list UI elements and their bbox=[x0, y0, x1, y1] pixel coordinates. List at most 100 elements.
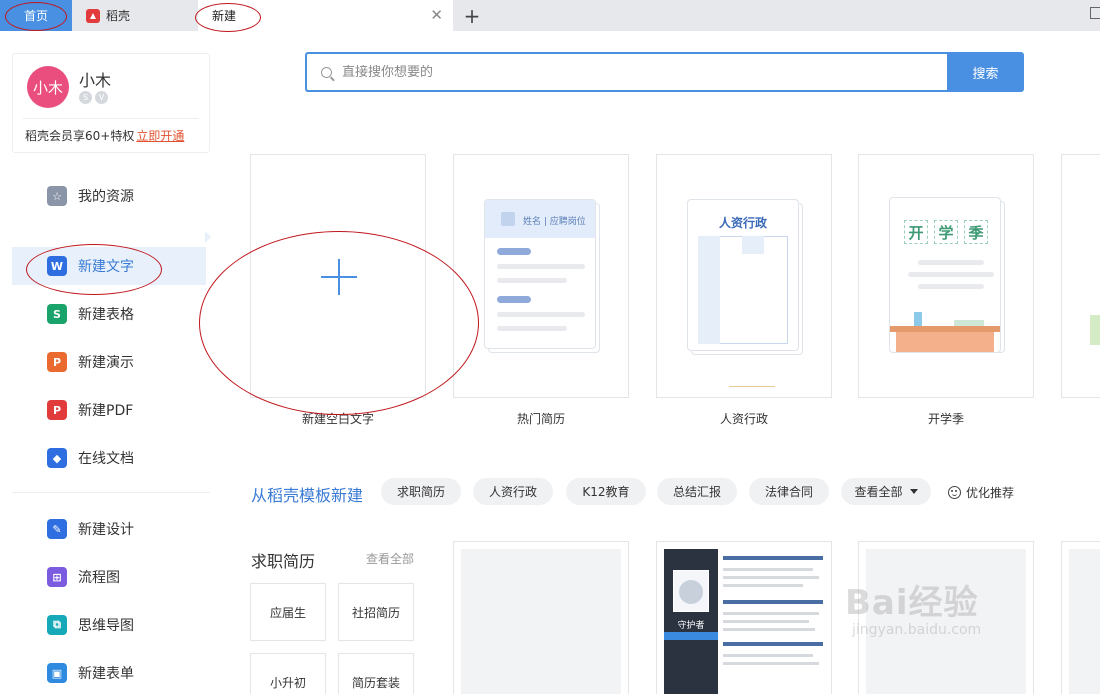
person-icon bbox=[501, 212, 515, 226]
chip-k12[interactable]: K12教育 bbox=[566, 478, 646, 505]
sidebar-item-design[interactable]: ✎ 新建设计 bbox=[12, 510, 206, 548]
thumb-line bbox=[723, 556, 823, 560]
app-root: 首页 稻壳 新建 ✕ + 小木 小木 S V 稻壳会员享60+特权 立即开通 ☆… bbox=[0, 0, 1100, 694]
resume-template-label[interactable]: 热门简历 bbox=[453, 410, 629, 427]
resume-sample-band bbox=[664, 632, 718, 640]
sidebar-item-mindmap[interactable]: ⧉ 思维导图 bbox=[12, 606, 206, 644]
school-char: 学 bbox=[934, 220, 958, 244]
tab-bar: 首页 稻壳 新建 ✕ + bbox=[0, 0, 1100, 31]
hr-template-label[interactable]: 人资行政 bbox=[656, 410, 832, 427]
sidebar-item-pdf[interactable]: P 新建PDF bbox=[12, 391, 206, 429]
baidu-watermark-url: jingyan.baidu.com bbox=[852, 622, 982, 638]
tab-daoke[interactable]: 稻壳 bbox=[72, 0, 198, 31]
thumb-line bbox=[723, 568, 813, 571]
sidebar-item-label: 在线文档 bbox=[78, 451, 134, 467]
resume-thumb-placeholder bbox=[1069, 549, 1100, 694]
tab-daoke-label: 稻壳 bbox=[106, 9, 131, 23]
user-badges: S V bbox=[79, 91, 108, 104]
resume-thumb-text: 姓名 | 应聘岗位 bbox=[523, 217, 586, 227]
avatar[interactable]: 小木 bbox=[27, 66, 69, 108]
school-template-label[interactable]: 开学季 bbox=[858, 410, 1034, 427]
hr-template-card[interactable]: 人资行政 bbox=[656, 154, 832, 398]
tab-new-label: 新建 bbox=[212, 9, 237, 23]
resume-view-all-link[interactable]: 查看全部 bbox=[366, 550, 414, 567]
sidebar-item-form[interactable]: ▣ 新建表单 bbox=[12, 654, 206, 692]
tab-new[interactable]: 新建 ✕ bbox=[198, 0, 453, 31]
sidebar-item-label: 新建文字 bbox=[78, 259, 134, 275]
online-doc-icon: ◆ bbox=[47, 448, 67, 468]
search-box bbox=[305, 52, 947, 92]
sidebar-item-label: 新建表单 bbox=[78, 666, 134, 682]
tile-graduate[interactable]: 应届生 bbox=[250, 583, 326, 641]
add-tab-button[interactable]: + bbox=[460, 0, 484, 31]
resume-card[interactable]: 守护者 bbox=[656, 541, 832, 694]
school-thumb-chars: 开 学 季 bbox=[904, 220, 988, 244]
more-template-card[interactable] bbox=[1061, 154, 1100, 398]
thumb-line bbox=[497, 326, 567, 331]
thumb-line bbox=[723, 576, 819, 579]
tile-experienced[interactable]: 社招简历 bbox=[338, 583, 414, 641]
resume-card[interactable] bbox=[1061, 541, 1100, 694]
window-restore-icon[interactable] bbox=[1090, 7, 1100, 19]
thumb-line bbox=[918, 260, 984, 265]
close-icon[interactable]: ✕ bbox=[430, 7, 443, 23]
thumb-line bbox=[723, 628, 815, 631]
chip-report[interactable]: 总结汇报 bbox=[657, 478, 737, 505]
tab-home[interactable]: 首页 bbox=[0, 0, 72, 31]
smile-icon bbox=[948, 486, 961, 499]
member-badge-icon[interactable]: S bbox=[79, 91, 92, 104]
recommend-label: 优化推荐 bbox=[966, 486, 1015, 500]
chip-hr[interactable]: 人资行政 bbox=[473, 478, 553, 505]
plus-icon: + bbox=[463, 3, 481, 28]
star-icon: ☆ bbox=[47, 186, 67, 206]
search-icon bbox=[321, 66, 332, 78]
sidebar-item-slides[interactable]: P 新建演示 bbox=[12, 343, 206, 381]
hr-thumb: 人资行政 bbox=[687, 199, 799, 351]
mindmap-icon: ⧉ bbox=[47, 615, 67, 635]
slides-icon: P bbox=[47, 352, 67, 372]
sidebar-item-flowchart[interactable]: ⊞ 流程图 bbox=[12, 558, 206, 596]
resume-card[interactable] bbox=[453, 541, 629, 694]
plus-icon-bar bbox=[321, 276, 357, 278]
daoke-logo-icon bbox=[86, 8, 100, 23]
school-char: 开 bbox=[904, 220, 928, 244]
vip-open-link[interactable]: 立即开通 bbox=[136, 129, 184, 143]
divider bbox=[23, 118, 199, 119]
blank-doc-card[interactable] bbox=[250, 154, 426, 398]
hr-thumb-cell bbox=[742, 236, 764, 254]
chip-resume[interactable]: 求职简历 bbox=[381, 478, 461, 505]
tile-primary-middle[interactable]: 小升初 bbox=[250, 653, 326, 694]
active-indicator bbox=[205, 231, 211, 243]
hr-thumb-title: 人资行政 bbox=[718, 216, 767, 230]
school-char: 季 bbox=[964, 220, 988, 244]
search-input[interactable] bbox=[342, 64, 902, 80]
blank-doc-label[interactable]: 新建空白文字 bbox=[250, 410, 426, 427]
vip-badge-icon[interactable]: V bbox=[95, 91, 108, 104]
sidebar-item-online-doc[interactable]: ◆ 在线文档 bbox=[12, 439, 206, 477]
tab-home-label: 首页 bbox=[23, 9, 48, 23]
recommend-toggle[interactable]: 优化推荐 bbox=[948, 484, 1014, 501]
sidebar-item-label: 新建演示 bbox=[78, 355, 134, 371]
sidebar-item-word[interactable]: W 新建文字 bbox=[12, 247, 206, 285]
thumb-pill bbox=[497, 296, 531, 303]
pdf-icon: P bbox=[47, 400, 67, 420]
baidu-watermark: Bai经验 bbox=[845, 583, 979, 623]
sidebar-item-sheet[interactable]: S 新建表格 bbox=[12, 295, 206, 333]
sidebar-item-label: 新建设计 bbox=[78, 522, 134, 538]
design-icon: ✎ bbox=[47, 519, 67, 539]
resume-section-title: 求职简历 bbox=[251, 552, 316, 571]
avatar-text: 小木 bbox=[32, 78, 63, 97]
chip-view-all-label: 查看全部 bbox=[854, 485, 903, 499]
resume-template-card[interactable]: 姓名 | 应聘岗位 bbox=[453, 154, 629, 398]
tile-resume-set[interactable]: 简历套装 bbox=[338, 653, 414, 694]
sidebar-item-star[interactable]: ☆ 我的资源 bbox=[12, 177, 206, 215]
resume-thumb-placeholder bbox=[461, 549, 621, 694]
chip-view-all[interactable]: 查看全部 bbox=[841, 478, 931, 505]
user-name[interactable]: 小木 bbox=[79, 67, 111, 91]
thumb-line bbox=[497, 264, 585, 269]
thumb-line bbox=[723, 654, 813, 657]
chip-legal[interactable]: 法律合同 bbox=[749, 478, 829, 505]
school-template-card[interactable]: 开 学 季 bbox=[858, 154, 1034, 398]
search-button[interactable]: 搜索 bbox=[947, 52, 1024, 92]
thumb-line bbox=[723, 600, 823, 604]
